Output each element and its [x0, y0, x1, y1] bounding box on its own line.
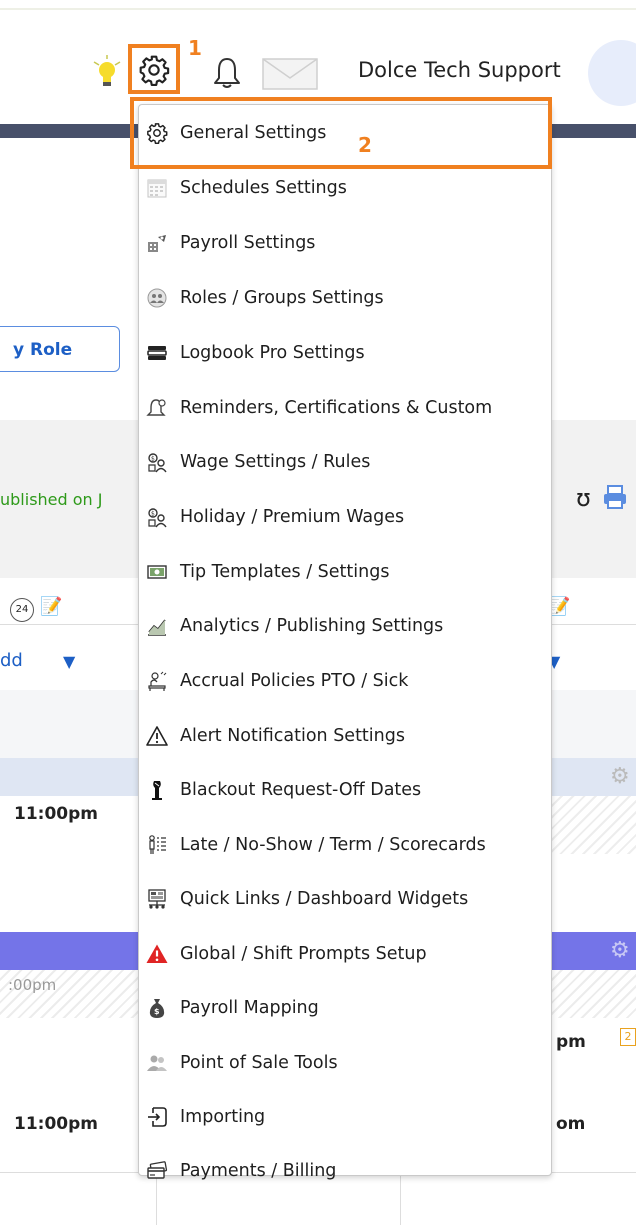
payroll-icon	[146, 232, 168, 254]
annotation-step-1: 1	[188, 36, 202, 60]
holiday-wage-icon: $	[146, 506, 168, 528]
import-icon	[146, 1106, 168, 1128]
alert-triangle-icon	[146, 725, 168, 747]
group-icon	[146, 287, 168, 309]
logbook-icon	[146, 342, 168, 364]
blackout-icon	[146, 779, 168, 801]
calendar-icon	[146, 177, 168, 199]
menu-item-schedules-settings[interactable]: Schedules Settings	[139, 161, 551, 215]
menu-item-payroll-mapping[interactable]: $ Payroll Mapping	[139, 981, 551, 1035]
settings-button[interactable]	[128, 44, 180, 94]
dashboard-icon	[146, 888, 168, 910]
menu-item-label: Global / Shift Prompts Setup	[180, 944, 427, 964]
menu-item-quick-links[interactable]: Quick Links / Dashboard Widgets	[139, 872, 551, 926]
menu-item-label: Logbook Pro Settings	[180, 343, 365, 363]
svg-text:$: $	[151, 456, 155, 463]
menu-item-tip-templates[interactable]: Tip Templates / Settings	[139, 545, 551, 599]
unavailable-cell	[552, 970, 636, 1018]
menu-item-logbook-pro-settings[interactable]: Logbook Pro Settings	[139, 326, 551, 380]
gear-icon[interactable]: ⚙	[610, 764, 630, 789]
menu-item-wage-settings[interactable]: $ Wage Settings / Rules	[139, 435, 551, 489]
menu-item-payments-billing[interactable]: Payments / Billing	[139, 1144, 551, 1198]
count-badge: 2	[620, 1028, 636, 1046]
annotation-highlight-box	[130, 97, 552, 169]
published-status: ublished on J	[0, 490, 103, 509]
reminder-bell-icon	[146, 397, 168, 419]
menu-item-label: Analytics / Publishing Settings	[180, 616, 444, 636]
menu-item-label: Quick Links / Dashboard Widgets	[180, 889, 469, 909]
menu-item-global-shift-prompts[interactable]: Global / Shift Prompts Setup	[139, 927, 551, 981]
menu-item-reminders-certifications[interactable]: Reminders, Certifications & Custom	[139, 381, 551, 435]
tip-icon	[146, 561, 168, 583]
menu-item-label: Payments / Billing	[180, 1161, 337, 1181]
warning-red-icon	[146, 943, 168, 965]
caret-down-icon[interactable]: ▼	[63, 652, 75, 671]
unavailable-cell	[552, 796, 636, 854]
svg-text:$: $	[151, 511, 155, 518]
menu-item-label: Roles / Groups Settings	[180, 288, 384, 308]
menu-item-label: Schedules Settings	[180, 178, 347, 198]
gear-icon	[139, 55, 170, 86]
accrual-icon	[146, 670, 168, 692]
mail-icon[interactable]	[262, 58, 318, 90]
print-icon[interactable]	[602, 484, 628, 510]
menu-item-label: Payroll Settings	[180, 233, 316, 253]
menu-item-label: Late / No-Show / Term / Scorecards	[180, 835, 486, 855]
menu-item-label: Wage Settings / Rules	[180, 452, 371, 472]
menu-item-holiday-premium-wages[interactable]: $ Holiday / Premium Wages	[139, 490, 551, 544]
menu-item-point-of-sale[interactable]: Point of Sale Tools	[139, 1036, 551, 1090]
menu-item-payroll-settings[interactable]: Payroll Settings	[139, 216, 551, 270]
hours-24-icon[interactable]: 24	[10, 598, 34, 622]
shift-time: om	[556, 1114, 586, 1134]
cards-icon	[146, 1160, 168, 1182]
menu-item-label: Importing	[180, 1107, 266, 1127]
shift-time: 11:00pm	[14, 804, 98, 824]
shift-time: pm	[556, 1032, 586, 1052]
scorecard-icon	[146, 834, 168, 856]
wage-icon: $	[146, 451, 168, 473]
menu-item-label: Blackout Request-Off Dates	[180, 780, 422, 800]
menu-item-label: Tip Templates / Settings	[180, 562, 390, 582]
gear-icon[interactable]: ⚙	[610, 938, 630, 963]
shift-time: 11:00pm	[14, 1114, 98, 1134]
lightbulb-icon[interactable]	[92, 54, 122, 90]
menu-item-late-no-show[interactable]: Late / No-Show / Term / Scorecards	[139, 818, 551, 872]
menu-item-label: Holiday / Premium Wages	[180, 507, 405, 527]
annotation-step-2: 2	[358, 133, 372, 157]
menu-item-importing[interactable]: Importing	[139, 1090, 551, 1144]
menu-item-accrual-policies[interactable]: Accrual Policies PTO / Sick	[139, 654, 551, 708]
menu-item-blackout-dates[interactable]: Blackout Request-Off Dates	[139, 763, 551, 817]
top-divider	[0, 8, 636, 10]
add-link[interactable]: dd	[0, 650, 23, 671]
menu-item-analytics-publishing[interactable]: Analytics / Publishing Settings	[139, 599, 551, 653]
people-icon	[146, 1052, 168, 1074]
bell-icon[interactable]	[212, 56, 242, 90]
avatar[interactable]	[588, 40, 636, 106]
menu-item-roles-groups-settings[interactable]: Roles / Groups Settings	[139, 271, 551, 325]
user-name[interactable]: Dolce Tech Support	[358, 58, 561, 82]
svg-text:$: $	[154, 1007, 160, 1016]
menu-item-alert-notification[interactable]: Alert Notification Settings	[139, 709, 551, 763]
owl-icon[interactable]: ʊ	[576, 484, 591, 512]
notes-icon[interactable]: 📝	[40, 596, 62, 617]
money-bag-icon: $	[146, 997, 168, 1019]
menu-item-label: Payroll Mapping	[180, 998, 319, 1018]
menu-item-label: Accrual Policies PTO / Sick	[180, 671, 409, 691]
menu-item-label: Point of Sale Tools	[180, 1053, 338, 1073]
shift-time: :00pm	[8, 976, 57, 994]
settings-dropdown-menu: General Settings Schedules Settings Payr…	[138, 104, 552, 1181]
menu-item-label: Alert Notification Settings	[180, 726, 405, 746]
by-role-button[interactable]: y Role	[0, 326, 120, 372]
menu-item-label: Reminders, Certifications & Custom	[180, 398, 493, 418]
analytics-icon	[146, 615, 168, 637]
